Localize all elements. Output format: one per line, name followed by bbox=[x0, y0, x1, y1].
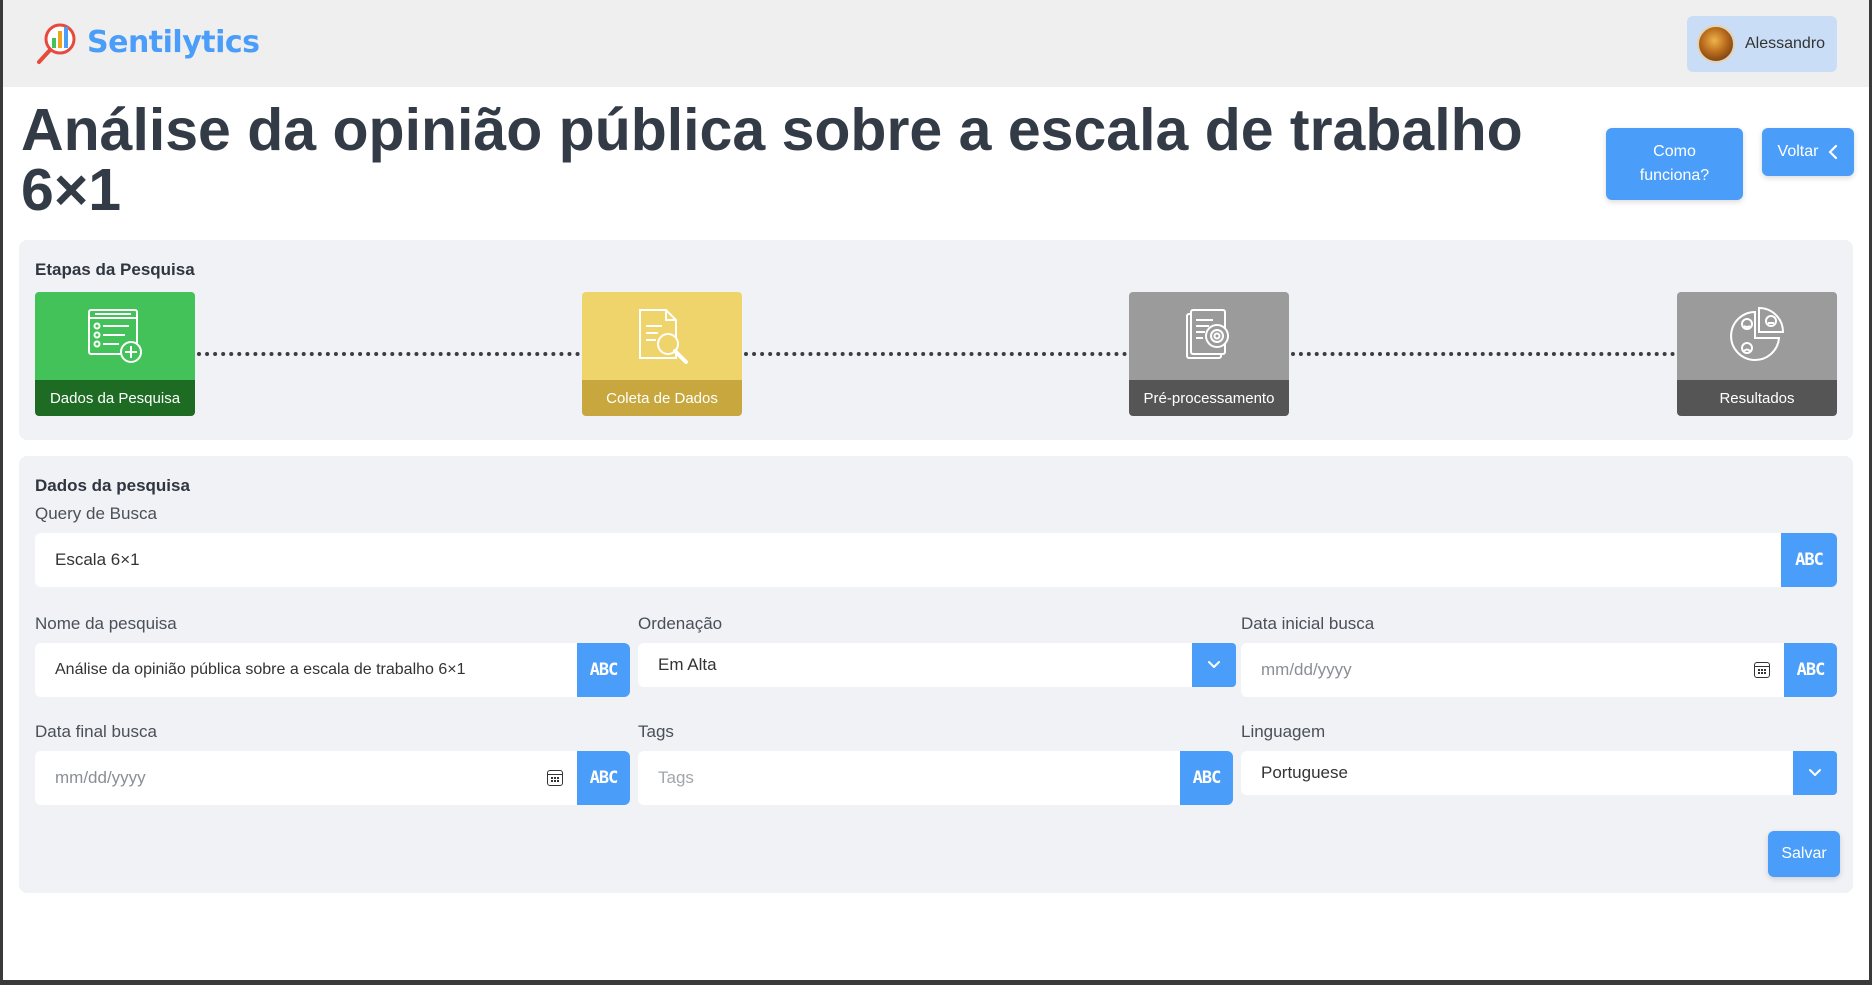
chevron-down-icon bbox=[1809, 769, 1821, 776]
steps-panel: Etapas da Pesquisa Dados da Pesquisa Col… bbox=[19, 240, 1853, 440]
abc-button[interactable]: ABC bbox=[1781, 533, 1837, 587]
page-title: Análise da opinião pública sobre a escal… bbox=[21, 97, 1523, 223]
how-it-works-button[interactable]: Como funciona? bbox=[1606, 128, 1743, 200]
step-label: Pré-processamento bbox=[1129, 380, 1289, 416]
abc-button[interactable]: ABC bbox=[577, 643, 630, 697]
ordering-select[interactable]: Em Alta bbox=[638, 643, 1192, 687]
name-label: Nome da pesquisa bbox=[35, 614, 177, 633]
calendar-icon[interactable] bbox=[547, 770, 563, 786]
top-navbar: Sentilytics Alessandro bbox=[3, 0, 1869, 87]
app-window: Sentilytics Alessandro Análise da opiniã… bbox=[3, 0, 1869, 980]
end-date-label: Data final busca bbox=[35, 722, 157, 741]
save-button[interactable]: Salvar bbox=[1768, 831, 1840, 877]
query-label: Query de Busca bbox=[35, 504, 157, 523]
ordering-label: Ordenação bbox=[638, 614, 723, 633]
step-label: Resultados bbox=[1677, 380, 1837, 416]
document-search-icon bbox=[639, 309, 688, 364]
abc-button[interactable]: ABC bbox=[1784, 643, 1837, 697]
brand-name: Sentilytics bbox=[87, 24, 260, 60]
tags-label: Tags bbox=[638, 722, 674, 741]
search-form-panel: Dados da pesquisa Query de Busca Escala … bbox=[19, 456, 1853, 893]
user-name: Alessandro bbox=[1745, 35, 1826, 52]
end-date-input[interactable]: mm/dd/yyyy bbox=[35, 751, 577, 805]
sentiment-pie-icon bbox=[1730, 306, 1785, 361]
step-resultados[interactable]: Resultados bbox=[1677, 292, 1837, 416]
name-input[interactable]: Análise da opinião pública sobre a escal… bbox=[35, 643, 577, 697]
form-heading: Dados da pesquisa bbox=[35, 476, 190, 495]
start-date-input[interactable]: mm/dd/yyyy bbox=[1241, 643, 1784, 697]
steps-heading: Etapas da Pesquisa bbox=[35, 260, 195, 279]
back-button[interactable]: Voltar bbox=[1762, 128, 1854, 176]
user-menu-button[interactable]: Alessandro bbox=[1687, 16, 1837, 72]
back-button-label: Voltar bbox=[1777, 143, 1819, 160]
chevron-down-icon bbox=[1208, 661, 1220, 668]
step-label: Dados da Pesquisa bbox=[35, 380, 195, 416]
step-connector bbox=[744, 352, 1127, 356]
sentilytics-logo-icon bbox=[37, 23, 76, 64]
language-dropdown-toggle[interactable] bbox=[1793, 751, 1837, 795]
language-select[interactable]: Portuguese bbox=[1241, 751, 1793, 795]
document-gear-icon bbox=[1186, 309, 1229, 359]
tags-input[interactable]: Tags bbox=[638, 751, 1180, 805]
chevron-left-icon bbox=[1829, 144, 1838, 160]
language-label: Linguagem bbox=[1241, 722, 1326, 741]
abc-button[interactable]: ABC bbox=[577, 751, 630, 805]
step-coleta-de-dados[interactable]: Coleta de Dados bbox=[582, 292, 742, 416]
step-pre-processamento[interactable]: Pré-processamento bbox=[1129, 292, 1289, 416]
step-label: Coleta de Dados bbox=[582, 380, 742, 416]
query-input[interactable]: Escala 6×1 bbox=[35, 533, 1781, 587]
calendar-icon[interactable] bbox=[1754, 662, 1770, 678]
ordering-dropdown-toggle[interactable] bbox=[1192, 643, 1236, 687]
step-connector bbox=[197, 352, 580, 356]
step-connector bbox=[1291, 352, 1675, 356]
step-dados-da-pesquisa[interactable]: Dados da Pesquisa bbox=[35, 292, 195, 416]
start-date-label: Data inicial busca bbox=[1241, 614, 1375, 633]
avatar bbox=[1697, 25, 1735, 63]
brand-link[interactable]: Sentilytics bbox=[33, 18, 260, 66]
form-add-icon bbox=[88, 309, 142, 363]
abc-button[interactable]: ABC bbox=[1180, 751, 1233, 805]
